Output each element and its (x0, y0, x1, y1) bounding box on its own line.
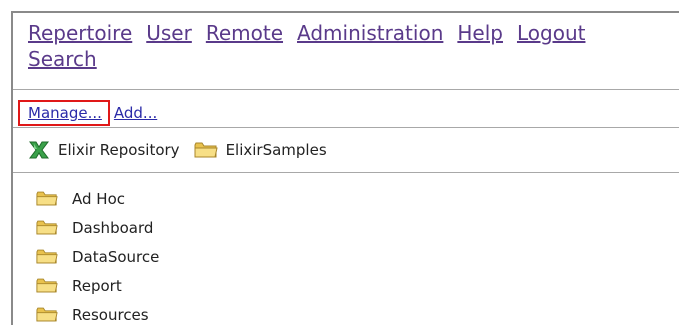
toolbar-divider (13, 127, 679, 128)
folder-item-dashboard[interactable]: Dashboard (36, 213, 159, 242)
nav-link-repertoire[interactable]: Repertoire (28, 21, 132, 45)
folder-icon (36, 306, 58, 323)
folder-item-resources[interactable]: Resources (36, 300, 159, 325)
manage-highlight-box: Manage... (18, 100, 110, 126)
folder-label: Report (72, 276, 122, 295)
breadcrumb-divider (13, 172, 679, 173)
folder-icon (36, 190, 58, 207)
breadcrumb-current[interactable]: ElixirSamples (194, 141, 327, 159)
folder-item-report[interactable]: Report (36, 271, 159, 300)
breadcrumb-root-label: Elixir Repository (58, 141, 180, 159)
folder-label: Resources (72, 305, 149, 324)
nav-link-logout[interactable]: Logout (517, 21, 585, 45)
manage-link[interactable]: Manage... (28, 104, 102, 122)
add-link[interactable]: Add... (114, 104, 157, 122)
folder-icon (36, 277, 58, 294)
elixir-repository-icon (28, 140, 50, 160)
folder-icon (36, 219, 58, 236)
repository-browser-page: Repertoire User Remote Administration Help Lo… (0, 0, 679, 325)
folder-item-datasource[interactable]: DataSource (36, 242, 159, 271)
nav-link-help[interactable]: Help (457, 21, 503, 45)
folder-icon (36, 248, 58, 265)
folder-label: DataSource (72, 247, 160, 266)
nav-link-search[interactable]: Search (28, 46, 674, 72)
nav-link-remote[interactable]: Remote (206, 21, 283, 45)
folder-label: Ad Hoc (72, 189, 125, 208)
folder-icon (194, 141, 218, 159)
folder-item-ad-hoc[interactable]: Ad Hoc (36, 184, 159, 213)
breadcrumb-current-label: ElixirSamples (225, 141, 327, 159)
nav-divider (13, 89, 679, 90)
nav-link-user[interactable]: User (146, 21, 192, 45)
top-navigation: Repertoire User Remote Administration Help Lo… (28, 20, 679, 72)
breadcrumb-root[interactable]: Elixir Repository (28, 140, 180, 160)
breadcrumb: Elixir Repository ElixirSamples (28, 140, 327, 160)
folder-label: Dashboard (72, 218, 154, 237)
action-toolbar: Manage... Add... (18, 100, 157, 126)
folder-list: Ad Hoc Dashboard DataSource Report Resou… (36, 184, 159, 325)
nav-link-administration[interactable]: Administration (297, 21, 443, 45)
